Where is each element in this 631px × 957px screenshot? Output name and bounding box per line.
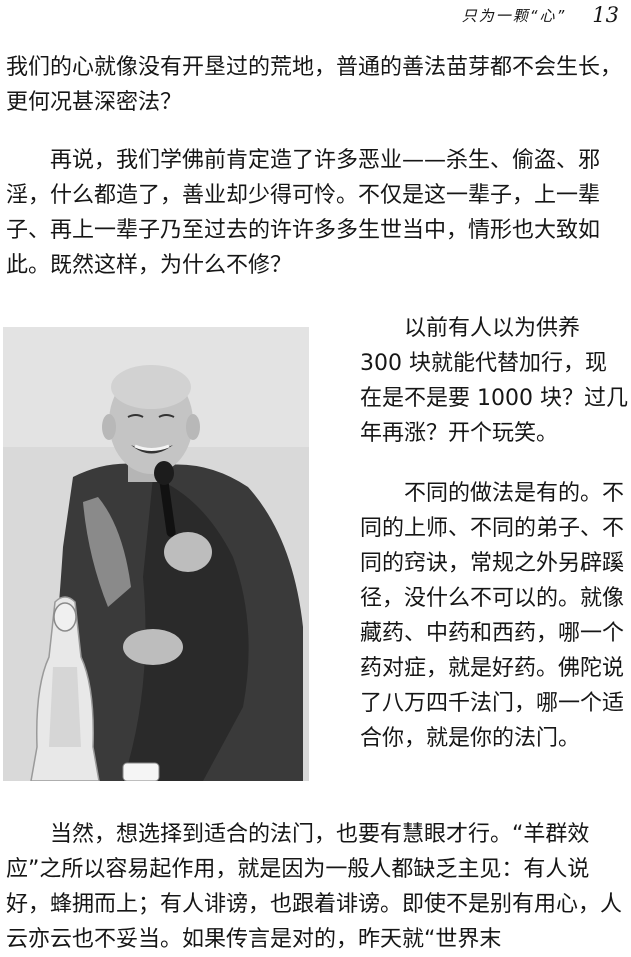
photo-illustration bbox=[3, 327, 309, 781]
paragraph-2: 再说，我们学佛前肯定造了许多恶业——杀生、偷盗、邪淫，什么都造了，善业却少得可怜… bbox=[6, 148, 601, 278]
paragraph-1: 我们的心就像没有开垦过的荒地，普通的善法苗芽都不会生长，更何况甚深密法？ bbox=[6, 55, 623, 115]
page-number: 13 bbox=[592, 3, 619, 27]
running-title: 只为一颗“心” bbox=[461, 6, 567, 25]
paragraph-4: 不同的做法是有的。不同的上师、不同的弟子、不同的窍诀，常规之外另辟蹊径，没什么不… bbox=[360, 481, 625, 751]
photo-speaker-with-microphone bbox=[3, 327, 309, 781]
paragraph-5: 当然，想选择到适合的法门，也要有慧眼才行。“羊群效应”之所以容易起作用，就是因为… bbox=[6, 822, 623, 952]
paragraph-3: 以前有人以为供养 300 块就能代替加行，现在是不是要 1000 块？过几年再涨… bbox=[360, 316, 628, 446]
page-header: 只为一颗“心” 13 bbox=[462, 0, 619, 30]
